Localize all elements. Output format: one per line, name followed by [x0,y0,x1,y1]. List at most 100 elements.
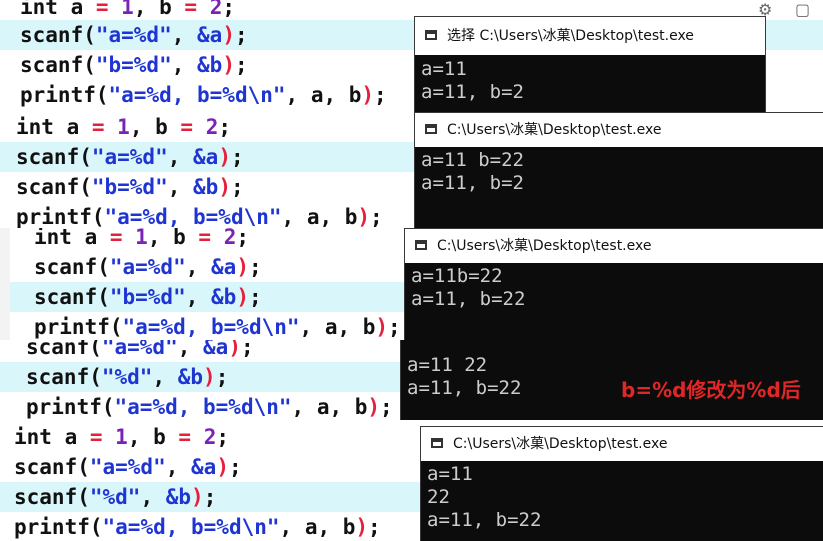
code-token: ) [218,145,231,169]
code-token: , a, b [279,515,356,539]
code-token: = [198,228,224,249]
code-token: "a=%d, b=%d\n" [114,395,292,419]
code-token: ; [370,205,383,228]
code-token: ) [367,395,381,419]
code-token: "a=%d" [95,23,172,47]
code-token: ; [215,365,229,389]
console-output-line: a=11 [427,463,473,485]
code-token: , [177,340,204,359]
code-token: ; [218,115,231,139]
left-edge-ui [0,228,10,340]
console-app-icon [415,240,427,250]
code-token: = [95,0,122,19]
code-token: ; [234,53,248,77]
code-token: &b [193,175,219,199]
code-token: ) [222,23,235,47]
console-output-line: a=11 b=22 [421,149,524,171]
code-token: int a [20,0,96,19]
code-token: 2 [209,0,223,19]
code-token: 1 [121,0,134,19]
code-token: ) [357,205,371,228]
code-token: scanf( [14,485,90,509]
code-token: ; [240,340,254,359]
code-token: , [185,255,212,279]
code-token: scanf( [16,175,92,199]
code-token: , [167,145,194,169]
code-token: scanf( [14,455,90,479]
code-token: ; [368,515,381,539]
console-output-line: a=11, b=2 [421,172,524,194]
code-token: &b [177,365,204,389]
code-token: ) [236,285,249,309]
console-app-icon [425,124,437,134]
code-token: , b [127,425,179,449]
code-token: printf( [16,205,105,228]
code-token: 2 [223,228,237,249]
code-token: ) [361,83,375,107]
console-output-line: a=11, b=2 [421,81,524,103]
code-token: "a=%d" [89,455,166,479]
annotation-note: b=%d修改为%d后 [621,378,801,402]
code-token: , [167,175,194,199]
console-title: C:\Users\冰菓\Desktop\test.exe [437,238,652,254]
code-token: = [180,115,206,139]
console-output-line: a=11, b=22 [411,288,526,310]
code-token: , b [129,115,181,139]
console-window-2: C:\Users\冰菓\Desktop\test.exe a=11 b=22 a… [414,112,823,228]
code-token: 1 [135,228,148,249]
code-token: "b=%d" [91,175,168,199]
code-token: printf( [20,83,109,107]
code-token: = [109,228,136,249]
code-token: ; [230,175,244,199]
code-token: int a [16,115,92,139]
code-token: = [184,0,210,19]
code-token: 2 [205,115,219,139]
code-token: , [152,365,178,389]
console-window-1: 选择 C:\Users\冰菓\Desktop\test.exe a=11 a=1… [414,16,766,112]
code-token: ; [203,485,217,509]
console-output-line: 22 [427,486,450,508]
console-title: C:\Users\冰菓\Desktop\test.exe [453,436,668,452]
code-token: ) [236,255,249,279]
code-token: ) [203,365,216,389]
screenshot-panel-1: ⚙ ▢ int a = 1, b = 2; scanf("a=%d", &a);… [0,0,823,112]
code-token: int a [34,228,110,249]
console-titlebar[interactable]: C:\Users\冰菓\Desktop\test.exe [421,427,823,461]
console-output-line: a=11b=22 [411,265,503,287]
code-token: "a=%d, b=%d\n" [108,83,286,107]
console-titlebar[interactable]: C:\Users\冰菓\Desktop\test.exe [415,113,823,147]
code-token: scanf( [16,145,92,169]
code-token: scanf( [20,23,96,47]
code-token: 1 [115,425,128,449]
code-token: ; [388,315,401,339]
code-token: ; [234,23,248,47]
code-token: ; [216,425,229,449]
code-token: scanf( [20,53,96,77]
console-titlebar[interactable]: C:\Users\冰菓\Desktop\test.exe [405,229,823,263]
code-token: ) [228,340,241,359]
console-window-4: a=11 22 a=11, b=22 b=%d修改为%d后 [400,340,823,420]
code-token: &a [193,145,219,169]
console-output-line: a=11, b=22 [427,509,542,531]
code-token: ) [218,175,231,199]
code-token: "%d" [89,485,141,509]
console-app-icon [425,30,437,40]
code-token: ; [248,255,262,279]
code-token: ) [191,485,204,509]
code-token: "a=%d" [91,145,168,169]
code-token: int a [14,425,90,449]
code-token: ; [248,285,262,309]
code-token: "a=%d, b=%d\n" [102,515,280,539]
screenshot-panel-4: scanf("a=%d", &a); scanf("%d", &b); prin… [0,340,823,420]
code-token: ; [230,145,244,169]
code-token: &b [165,485,192,509]
code-token: , a, b [299,315,376,339]
console-output-line: a=11, b=22 [407,377,522,399]
code-token: , [140,485,166,509]
code-token: ; [228,455,242,479]
console-titlebar[interactable]: 选择 C:\Users\冰菓\Desktop\test.exe [415,17,765,55]
code-token: scanf( [26,340,102,359]
code-token: = [178,425,204,449]
console-title: C:\Users\冰菓\Desktop\test.exe [447,122,662,138]
code-token: &a [211,255,237,279]
